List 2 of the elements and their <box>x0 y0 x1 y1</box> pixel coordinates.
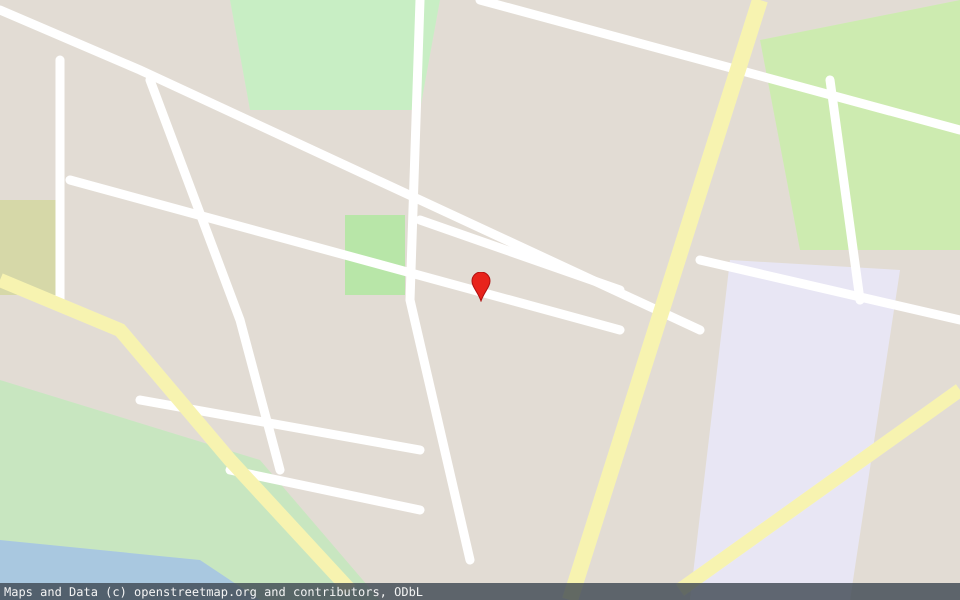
attribution-text: Maps and Data (c) openstreetmap.org and contributors, ODbL <box>4 584 424 598</box>
location-pin-icon <box>471 272 491 302</box>
